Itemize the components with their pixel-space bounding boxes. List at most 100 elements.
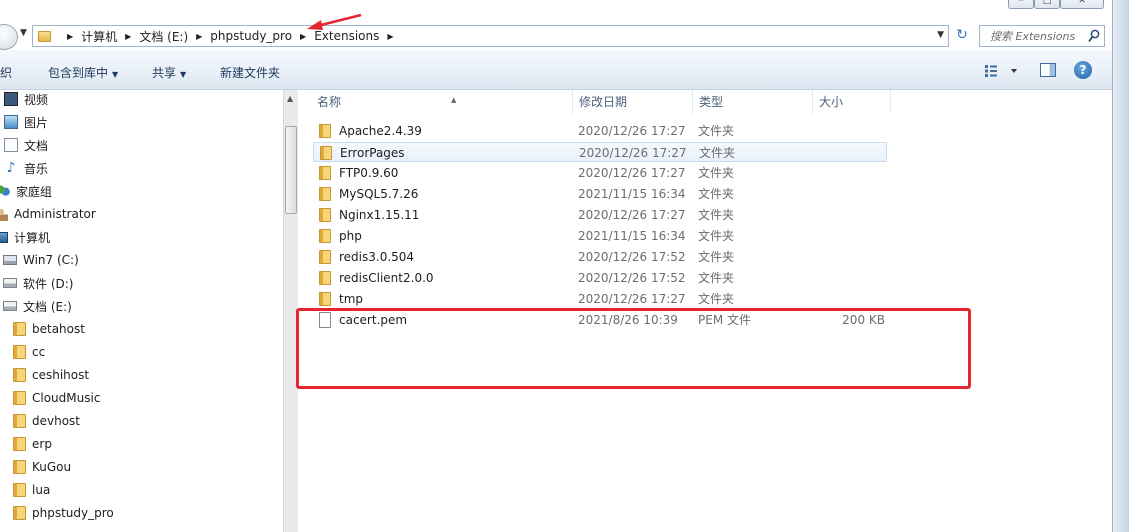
breadcrumb-drive-e[interactable]: 文档 (E:) [139,28,188,45]
table-row[interactable]: tmp 2020/12/26 17:27 文件夹 [313,289,887,309]
table-row[interactable]: Apache2.4.39 2020/12/26 17:27 文件夹 [313,121,887,141]
nav-item-folder[interactable]: CloudMusic [13,388,100,408]
nav-item-folder[interactable]: ceshihost [13,365,89,385]
nav-item-drive-d[interactable]: 软件 (D:) [3,273,73,293]
include-in-library-label: 包含到库中 [48,66,109,80]
nav-item-folder[interactable]: devhost [13,411,80,431]
nav-item-label: 文档 (E:) [23,299,72,314]
column-header-type[interactable]: 类型 [693,90,813,114]
file-name-label: redis3.0.504 [339,250,415,264]
nav-item-videos[interactable]: 视频 [4,90,48,109]
sort-ascending-icon: ▲ [451,96,457,104]
nav-item-folder[interactable]: lua [13,480,50,500]
folder-icon [319,187,331,201]
nav-item-folder[interactable]: KuGou [13,457,71,477]
table-row[interactable]: redis3.0.504 2020/12/26 17:52 文件夹 [313,247,887,267]
maximize-button[interactable]: □ [1034,0,1060,9]
file-modified: 2020/12/26 17:27 [578,166,686,180]
file-modified: 2020/12/26 17:27 [578,292,686,306]
nav-item-folder[interactable]: erp [13,434,52,454]
refresh-button[interactable]: ↻ [951,26,973,46]
file-type: 文件夹 [698,271,735,285]
file-type: 文件夹 [698,292,735,306]
nav-item-label: KuGou [32,460,72,474]
file-name: tmp [319,289,363,309]
folder-icon [13,322,26,336]
back-button[interactable] [0,24,18,50]
nav-item-label: 软件 (D:) [23,276,74,291]
table-row[interactable]: FTP0.9.60 2020/12/26 17:27 文件夹 [313,163,887,183]
nav-item-drive-e[interactable]: 文档 (E:) [3,296,72,316]
nav-item-pictures[interactable]: 图片 [4,112,48,132]
nav-item-folder[interactable]: cc [13,342,45,362]
file-size [813,247,885,267]
table-row[interactable]: MySQL5.7.26 2021/11/15 16:34 文件夹 [313,184,887,204]
file-name-label: Nginx1.15.11 [339,208,420,222]
table-row[interactable]: redisClient2.0.0 2020/12/26 17:52 文件夹 [313,268,887,288]
share-button[interactable]: 共享 ▼ [152,64,186,81]
minimize-button[interactable]: ─ [1008,0,1034,9]
organize-button[interactable]: 织 [0,64,12,81]
nav-item-drive-c[interactable]: Win7 (C:) [3,250,79,270]
nav-item-music[interactable]: ♪ 音乐 [4,158,48,178]
file-size [813,184,885,204]
breadcrumb-computer[interactable]: 计算机 [81,28,117,45]
breadcrumb-separator-icon[interactable]: ▶ [387,32,393,41]
search-box[interactable] [979,25,1105,47]
navigation-pane: 视频 图片 文档 ♪ 音乐 家庭组 Administrator 计算机 Win7 … [0,90,283,532]
address-history-dropdown-icon[interactable]: ▼ [937,30,944,40]
search-icon[interactable] [1088,29,1100,43]
column-header-name[interactable]: 名称 ▲ [311,90,573,114]
recent-pages-dropdown-icon[interactable]: ▼ [20,28,27,38]
folder-icon [13,437,26,451]
folder-icon [13,483,26,497]
close-button[interactable]: ✕ [1060,0,1104,9]
file-modified: 2020/12/26 17:52 [578,271,686,285]
dropdown-caret-icon: ▼ [180,70,187,79]
file-name-label: Apache2.4.39 [339,124,422,138]
table-row[interactable]: ErrorPages 2020/12/26 17:27 文件夹 [313,142,887,162]
column-header-label: 类型 [699,95,724,109]
nav-item-homegroup[interactable]: 家庭组 [0,181,52,201]
file-name-label: FTP0.9.60 [339,166,399,180]
scrollbar-thumb[interactable] [285,126,297,214]
nav-item-label: devhost [32,414,81,428]
nav-item-label: erp [32,437,52,451]
nav-item-computer[interactable]: 计算机 [0,227,50,247]
folder-icon [319,208,331,222]
nav-item-folder[interactable]: phpstudy_pro [13,503,114,523]
file-name: Apache2.4.39 [319,121,422,141]
file-name-label: redisClient2.0.0 [339,271,434,285]
column-header-size[interactable]: 大小 [813,90,891,114]
include-in-library-button[interactable]: 包含到库中 ▼ [48,64,118,81]
table-row[interactable]: Nginx1.15.11 2020/12/26 17:27 文件夹 [313,205,887,225]
nav-item-documents[interactable]: 文档 [4,135,48,155]
change-view-icon[interactable] [984,64,1024,78]
breadcrumb-separator-icon[interactable]: ▶ [125,32,131,41]
nav-item-administrator[interactable]: Administrator [0,204,96,224]
breadcrumb-phpstudy-pro[interactable]: phpstudy_pro [210,29,292,43]
nav-item-label: CloudMusic [32,391,101,405]
file-size [813,121,885,141]
nav-item-folder[interactable]: betahost [13,319,85,339]
file-name-label: php [339,229,362,243]
table-row[interactable]: php 2021/11/15 16:34 文件夹 [313,226,887,246]
file-type: 文件夹 [699,146,736,160]
column-header-modified[interactable]: 修改日期 [573,90,693,114]
file-modified: 2020/12/26 17:27 [578,208,686,222]
address-bar[interactable]: ▶ 计算机 ▶ 文档 (E:) ▶ phpstudy_pro ▶ Extensi… [32,25,949,47]
column-header-label: 大小 [819,95,844,109]
nav-item-label: 家庭组 [16,184,53,199]
breadcrumb-separator-icon[interactable]: ▶ [67,32,73,41]
share-label: 共享 [152,66,177,80]
new-folder-button[interactable]: 新建文件夹 [220,64,280,81]
help-icon[interactable]: ? [1074,61,1092,79]
search-input[interactable] [980,26,1080,46]
user-icon [0,207,8,221]
breadcrumb-separator-icon[interactable]: ▶ [196,32,202,41]
file-modified: 2020/12/26 17:27 [579,146,687,160]
preview-pane-icon[interactable] [1040,63,1056,77]
file-name: MySQL5.7.26 [319,184,418,204]
scroll-up-icon[interactable]: ▲ [287,94,293,103]
folder-icon [319,229,331,243]
